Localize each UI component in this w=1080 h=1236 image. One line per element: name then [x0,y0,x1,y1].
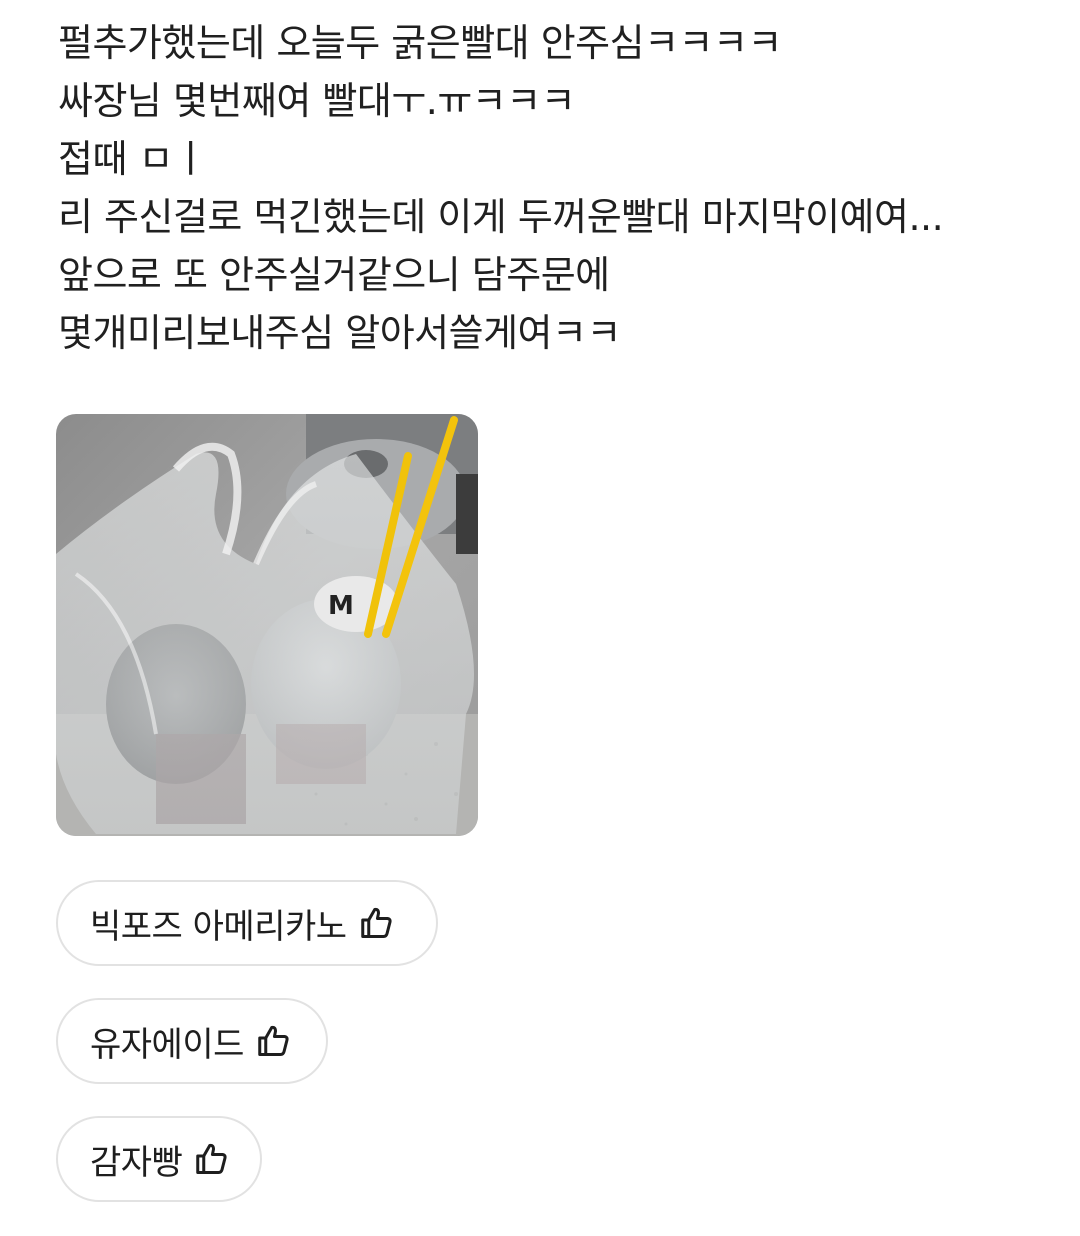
review-text: 펄추가했는데 오늘두 굵은빨대 안주심ㅋㅋㅋㅋ 싸장님 몇번째여 빨대ㅜ.ㅠㅋㅋ… [58,14,1048,362]
menu-tag-chip[interactable]: 감자빵 [56,1116,262,1202]
review-line: 리 주신걸로 먹긴했는데 이게 두꺼운빨대 마지막이예여... [58,195,944,239]
thumbs-up-icon [256,1023,292,1059]
thumbs-up-icon [194,1141,230,1177]
menu-tag-chip[interactable]: 빅포즈 아메리카노 [56,880,438,966]
menu-tag-label: 빅포즈 아메리카노 [90,906,347,947]
review-line: 몇개미리보내주심 알아서쓸게여ㅋㅋ [58,311,621,355]
menu-tag-label: 감자빵 [90,1142,183,1183]
menu-tag-label: 유자에이드 [90,1024,244,1065]
review-photo[interactable]: M [56,414,478,836]
review-line: 싸장님 몇번째여 빨대ㅜ.ㅠㅋㅋㅋ [58,79,576,123]
thumbs-up-icon [359,905,395,941]
review-line: 펄추가했는데 오늘두 굵은빨대 안주심ㅋㅋㅋㅋ [58,21,782,65]
review-line: 앞으로 또 안주실거같으니 담주문에 [58,253,610,297]
svg-text:M: M [328,591,354,621]
review-line: 접때 ㅁㅣ [58,137,208,181]
menu-tag-chip[interactable]: 유자에이드 [56,998,328,1084]
